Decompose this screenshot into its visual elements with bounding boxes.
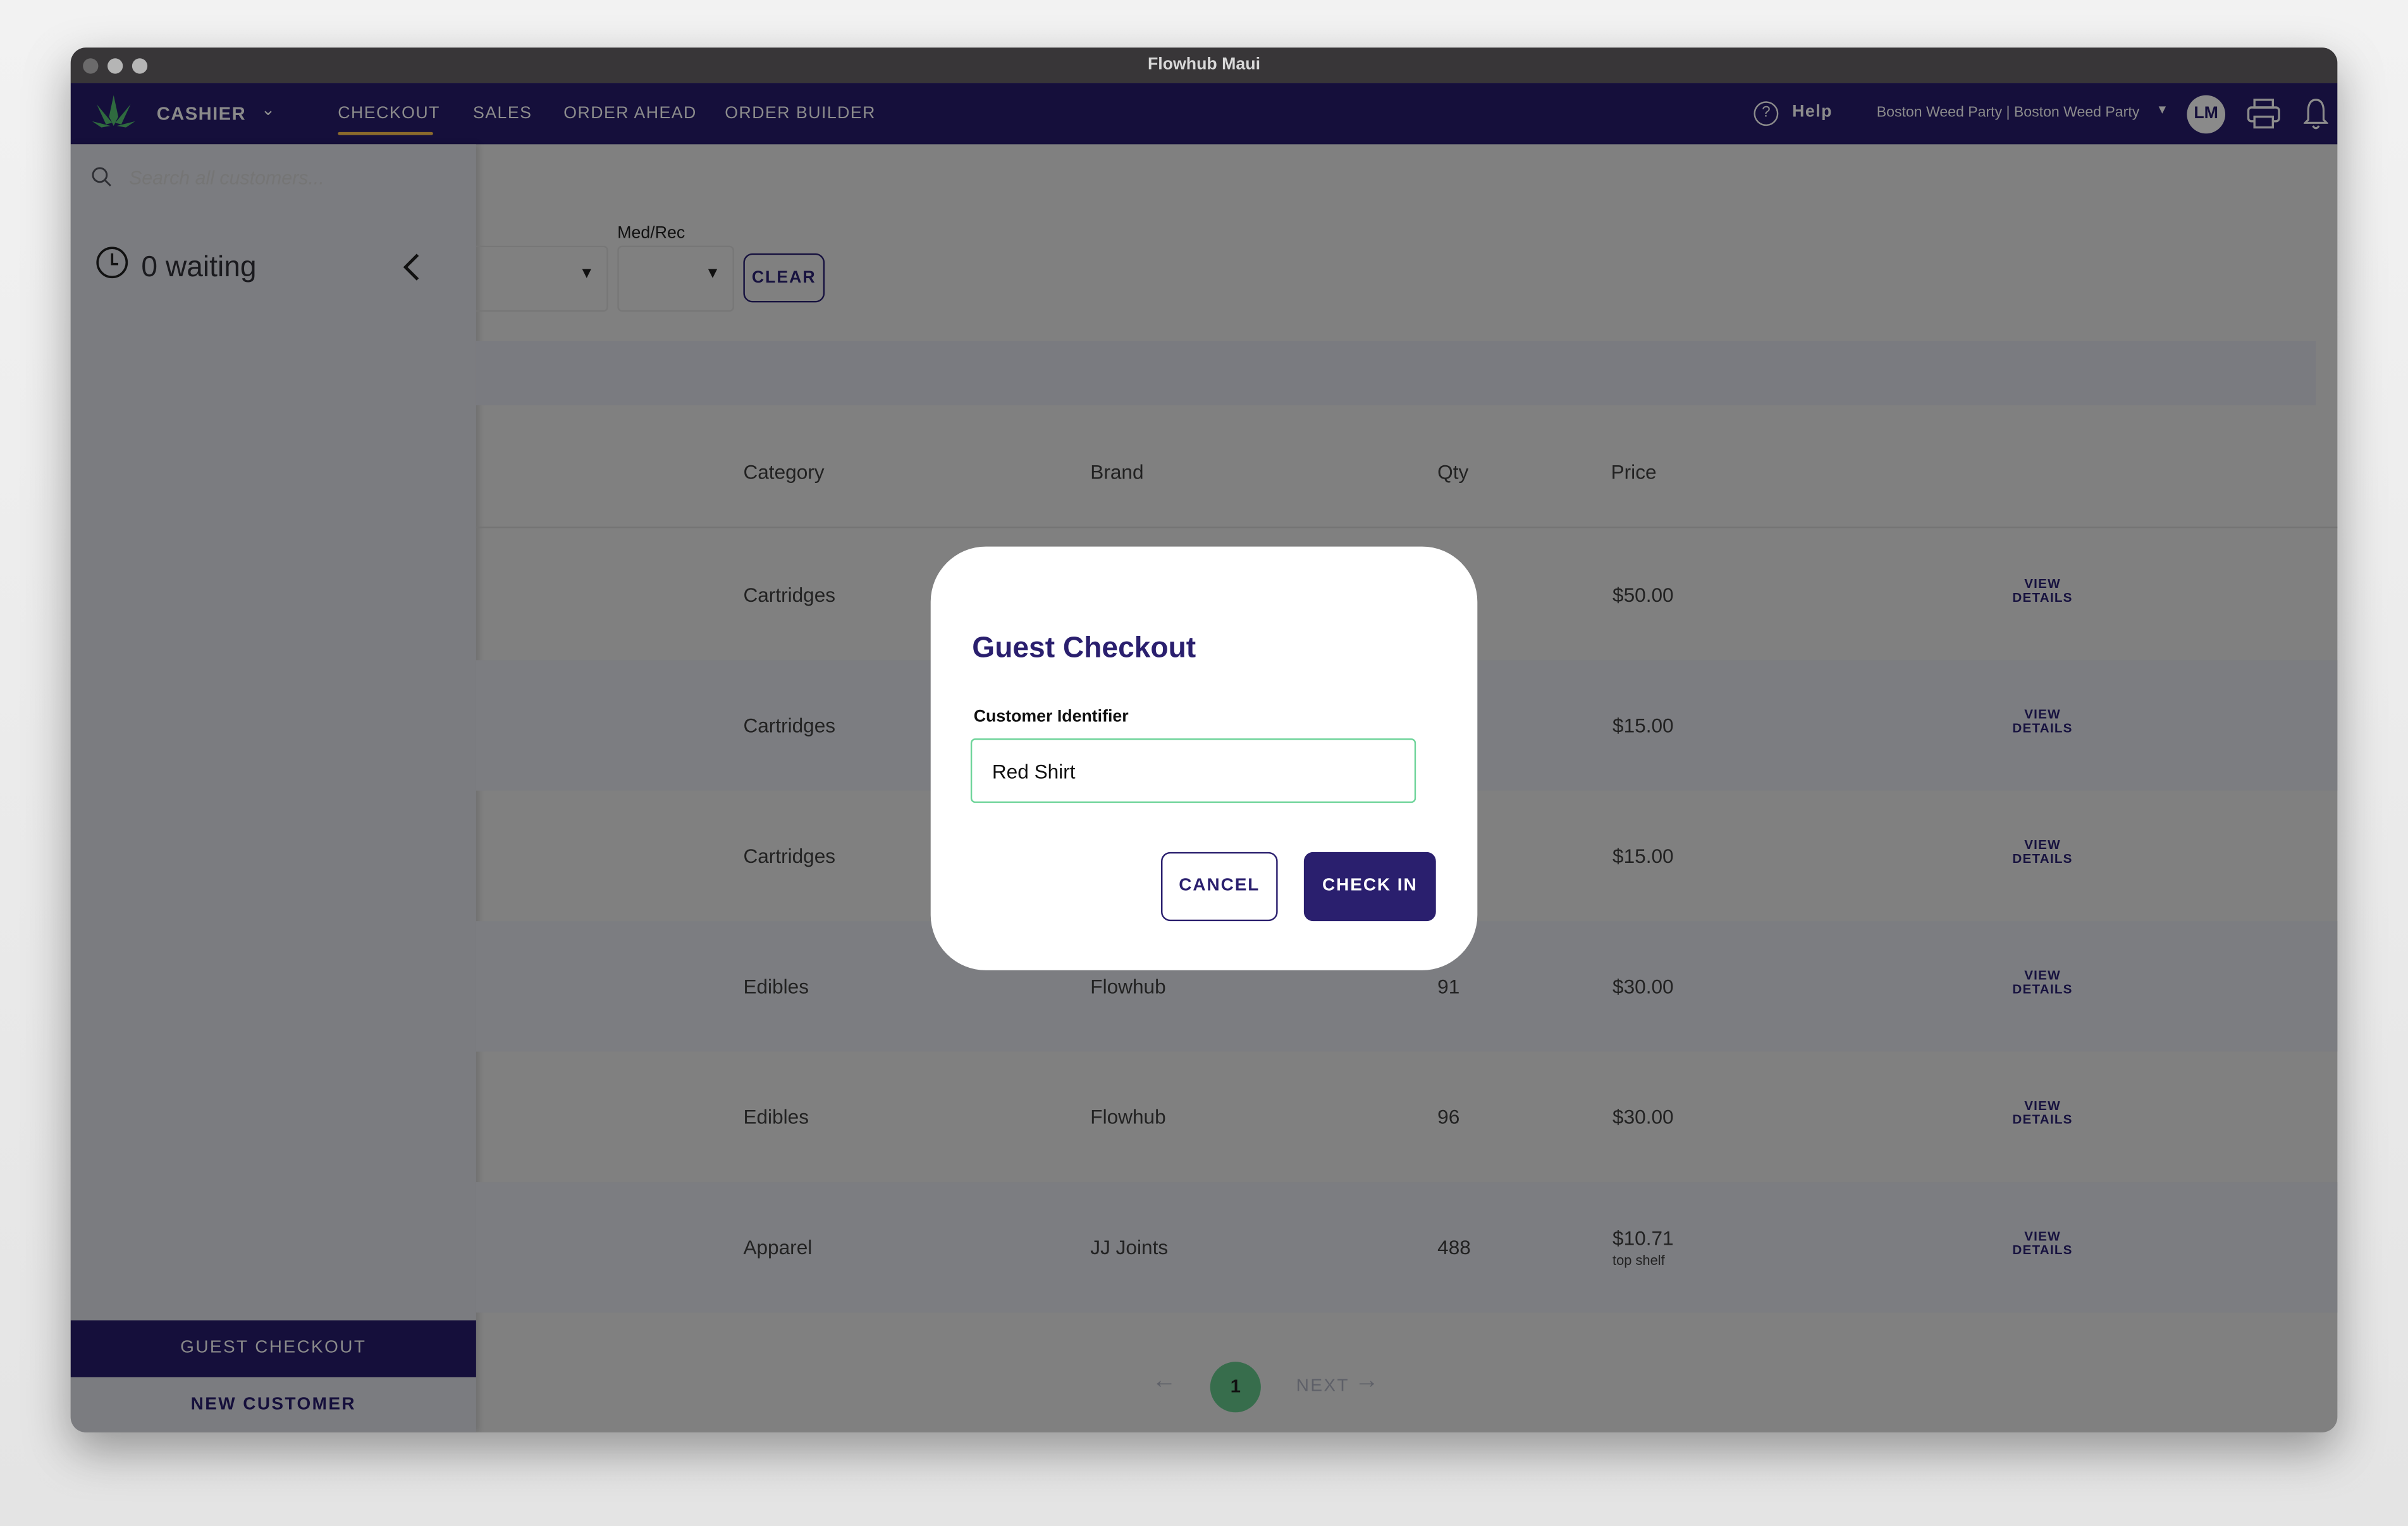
customer-sidebar: 0 waiting GUEST CHECKOUT NEW CUSTOMER — [70, 144, 476, 1432]
section-band — [476, 341, 2316, 406]
cell-brand: Flowhub — [1090, 1105, 1166, 1129]
waiting-count: 0 waiting — [141, 252, 257, 284]
cancel-button[interactable]: CANCEL — [1161, 852, 1278, 922]
tab-order-builder[interactable]: ORDER BUILDER — [725, 104, 876, 123]
next-page-button[interactable]: NEXT — [1296, 1377, 1349, 1395]
prev-page-arrow-icon[interactable]: ← — [1152, 1368, 1176, 1396]
cell-qty: 96 — [1437, 1105, 1460, 1129]
cell-qty: 91 — [1437, 975, 1460, 998]
clock-icon — [96, 247, 128, 279]
cell-category: Edibles — [743, 1105, 809, 1129]
active-tab-indicator — [338, 131, 433, 135]
cell-price: $10.71 — [1612, 1226, 1674, 1250]
modal-title: Guest Checkout — [972, 632, 1196, 665]
clear-filters-button[interactable]: CLEAR — [743, 253, 825, 303]
chevron-down-icon[interactable]: ⌄ — [261, 100, 276, 119]
cell-price: $50.00 — [1612, 583, 1674, 607]
avatar[interactable]: LM — [2187, 95, 2226, 134]
guest-checkout-button[interactable]: GUEST CHECKOUT — [70, 1320, 476, 1377]
role-selector[interactable]: CASHIER — [157, 103, 246, 125]
cell-category: Cartridges — [743, 844, 836, 868]
customer-identifier-input[interactable] — [970, 738, 1416, 803]
table-row: Edibles Flowhub 96 $30.00 VIEW DETAILS — [476, 1052, 2337, 1182]
window-title: Flowhub Maui — [1147, 55, 1261, 74]
cell-price: $30.00 — [1612, 975, 1674, 998]
guest-checkout-modal: Guest Checkout Customer Identifier CANCE… — [930, 546, 1478, 970]
caret-down-icon[interactable]: ▼ — [2156, 103, 2170, 117]
help-link[interactable]: Help — [1792, 103, 1833, 121]
cell-category: Cartridges — [743, 583, 836, 607]
cell-price-note: top shelf — [1612, 1252, 1665, 1269]
table-row: Apparel JJ Joints 488 $10.71 top shelf VIEW D… — [476, 1182, 2338, 1313]
printer-icon[interactable] — [2247, 98, 2280, 129]
tab-sales[interactable]: SALES — [473, 104, 532, 123]
filter-select[interactable]: ▼ — [476, 245, 608, 312]
cannabis-leaf-logo-icon — [92, 95, 135, 128]
cell-qty: 488 — [1437, 1236, 1471, 1259]
cell-category: Edibles — [743, 975, 809, 998]
new-customer-button[interactable]: NEW CUSTOMER — [71, 1377, 476, 1432]
tab-order-ahead[interactable]: ORDER AHEAD — [563, 104, 697, 123]
customer-search-input[interactable] — [126, 159, 455, 197]
view-details-button[interactable]: VIEW DETAILS — [1996, 707, 2089, 736]
header-divider — [476, 527, 2338, 528]
check-in-button[interactable]: CHECK IN — [1303, 852, 1436, 922]
view-details-button[interactable]: VIEW DETAILS — [1996, 1229, 2089, 1257]
cell-brand: Flowhub — [1090, 975, 1166, 998]
cell-category: Cartridges — [743, 714, 836, 737]
top-nav: CASHIER ⌄ CHECKOUT SALES ORDER AHEAD ORD… — [70, 83, 2338, 145]
help-icon[interactable]: ? — [1754, 101, 1779, 126]
tab-checkout[interactable]: CHECKOUT — [338, 104, 440, 123]
column-header-brand[interactable]: Brand — [1090, 461, 1143, 484]
page-1-button[interactable]: 1 — [1210, 1362, 1261, 1413]
column-header-category[interactable]: Category — [743, 461, 824, 484]
medrec-label: Med/Rec — [617, 224, 685, 243]
cell-category: Apparel — [743, 1236, 813, 1259]
search-icon — [92, 167, 111, 186]
column-header-price[interactable]: Price — [1611, 461, 1657, 484]
view-details-button[interactable]: VIEW DETAILS — [1996, 1099, 2089, 1127]
next-arrow-icon[interactable]: → — [1354, 1368, 1379, 1396]
view-details-button[interactable]: VIEW DETAILS — [1996, 968, 2089, 996]
title-bar: Flowhub Maui — [70, 47, 2338, 83]
bell-icon[interactable] — [2303, 97, 2328, 130]
column-header-qty[interactable]: Qty — [1437, 461, 1468, 484]
collapse-chevron-left-icon[interactable] — [402, 252, 421, 283]
view-details-button[interactable]: VIEW DETAILS — [1996, 577, 2089, 605]
caret-down-icon: ▼ — [704, 266, 721, 283]
caret-down-icon: ▼ — [579, 266, 594, 283]
medrec-select[interactable]: ▼ — [617, 245, 734, 312]
cell-brand: JJ Joints — [1090, 1236, 1169, 1259]
cell-price: $15.00 — [1612, 714, 1674, 737]
view-details-button[interactable]: VIEW DETAILS — [1996, 838, 2089, 866]
location-selector[interactable]: Boston Weed Party | Boston Weed Party — [1877, 104, 2140, 121]
cell-price: $30.00 — [1612, 1105, 1674, 1129]
cell-price: $15.00 — [1612, 844, 1674, 868]
customer-identifier-label: Customer Identifier — [973, 707, 1129, 726]
